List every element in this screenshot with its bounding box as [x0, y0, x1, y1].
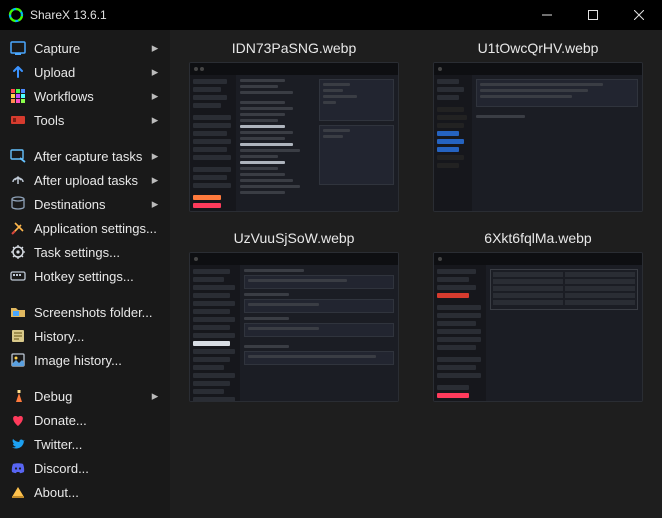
sidebar-item-label: Task settings... — [34, 245, 160, 260]
after-capture-icon — [10, 148, 26, 164]
screenshots-folder-icon — [10, 304, 26, 320]
sidebar-item-tools[interactable]: Tools ▸ — [0, 108, 170, 132]
sidebar-item-label: About... — [34, 485, 160, 500]
donate-icon — [10, 412, 26, 428]
thumbnail-item[interactable]: 6Xkt6fqlMa.webp — [426, 230, 650, 402]
app-settings-icon — [10, 220, 26, 236]
sidebar-item-screenshots-folder[interactable]: Screenshots folder... — [0, 300, 170, 324]
workflows-icon — [10, 88, 26, 104]
sidebar-item-label: Image history... — [34, 353, 160, 368]
thumbnail-item[interactable]: IDN73PaSNG.webp — [182, 40, 406, 212]
thumbnail-preview — [433, 252, 643, 402]
sidebar-item-image-history[interactable]: Image history... — [0, 348, 170, 372]
thumbnail-item[interactable]: UzVuuSjSoW.webp — [182, 230, 406, 402]
sidebar-item-debug[interactable]: Debug ▸ — [0, 384, 170, 408]
debug-icon — [10, 388, 26, 404]
history-icon — [10, 328, 26, 344]
window-controls — [524, 0, 662, 30]
thumbnail-item[interactable]: U1tOwcQrHV.webp — [426, 40, 650, 212]
sidebar-item-label: Hotkey settings... — [34, 269, 160, 284]
hotkey-settings-icon — [10, 268, 26, 284]
sidebar-item-discord[interactable]: Discord... — [0, 456, 170, 480]
window-title: ShareX 13.6.1 — [30, 8, 524, 22]
chevron-right-icon: ▸ — [150, 388, 160, 404]
sidebar-item-history[interactable]: History... — [0, 324, 170, 348]
thumbnail-filename: 6Xkt6fqlMa.webp — [484, 230, 591, 246]
sidebar-item-label: Application settings... — [34, 221, 160, 236]
sidebar-item-label: Tools — [34, 113, 150, 128]
sidebar-item-workflows[interactable]: Workflows ▸ — [0, 84, 170, 108]
discord-icon — [10, 460, 26, 476]
sidebar-item-label: History... — [34, 329, 160, 344]
sidebar-item-capture[interactable]: Capture ▸ — [0, 36, 170, 60]
chevron-right-icon: ▸ — [150, 40, 160, 56]
chevron-right-icon: ▸ — [150, 172, 160, 188]
sidebar-item-label: After capture tasks — [34, 149, 150, 164]
thumbnail-preview — [433, 62, 643, 212]
menu-separator — [0, 132, 170, 144]
sidebar-item-upload[interactable]: Upload ▸ — [0, 60, 170, 84]
chevron-right-icon: ▸ — [150, 148, 160, 164]
tools-icon — [10, 112, 26, 128]
twitter-icon — [10, 436, 26, 452]
minimize-button[interactable] — [524, 0, 570, 30]
sidebar-item-label: Capture — [34, 41, 150, 56]
sidebar-item-label: Twitter... — [34, 437, 160, 452]
sidebar-item-about[interactable]: About... — [0, 480, 170, 504]
sidebar-item-task-settings[interactable]: Task settings... — [0, 240, 170, 264]
sidebar-item-after-upload[interactable]: After upload tasks ▸ — [0, 168, 170, 192]
thumbnail-preview — [189, 62, 399, 212]
image-history-icon — [10, 352, 26, 368]
close-button[interactable] — [616, 0, 662, 30]
thumbnail-preview — [189, 252, 399, 402]
chevron-right-icon: ▸ — [150, 64, 160, 80]
upload-icon — [10, 64, 26, 80]
destinations-icon — [10, 196, 26, 212]
thumbnail-filename: IDN73PaSNG.webp — [232, 40, 357, 56]
sidebar-item-label: After upload tasks — [34, 173, 150, 188]
sidebar: Capture ▸ Upload ▸ Workflows ▸ — [0, 30, 170, 518]
sidebar-item-twitter[interactable]: Twitter... — [0, 432, 170, 456]
chevron-right-icon: ▸ — [150, 88, 160, 104]
sidebar-item-label: Upload — [34, 65, 150, 80]
sidebar-item-label: Destinations — [34, 197, 150, 212]
titlebar: ShareX 13.6.1 — [0, 0, 662, 30]
sidebar-item-label: Discord... — [34, 461, 160, 476]
sidebar-item-destinations[interactable]: Destinations ▸ — [0, 192, 170, 216]
sidebar-item-hotkey-settings[interactable]: Hotkey settings... — [0, 264, 170, 288]
task-settings-icon — [10, 244, 26, 260]
menu-separator — [0, 372, 170, 384]
menu-separator — [0, 288, 170, 300]
thumbnail-grid: IDN73PaSNG.webp — [182, 40, 650, 402]
sidebar-item-label: Debug — [34, 389, 150, 404]
chevron-right-icon: ▸ — [150, 196, 160, 212]
maximize-button[interactable] — [570, 0, 616, 30]
capture-icon — [10, 40, 26, 56]
sidebar-item-label: Donate... — [34, 413, 160, 428]
main-content: IDN73PaSNG.webp — [170, 30, 662, 518]
sidebar-item-app-settings[interactable]: Application settings... — [0, 216, 170, 240]
thumbnail-filename: UzVuuSjSoW.webp — [234, 230, 355, 246]
sidebar-item-label: Workflows — [34, 89, 150, 104]
chevron-right-icon: ▸ — [150, 112, 160, 128]
sharex-logo-icon — [8, 7, 24, 23]
sidebar-item-label: Screenshots folder... — [34, 305, 160, 320]
sidebar-item-donate[interactable]: Donate... — [0, 408, 170, 432]
after-upload-icon — [10, 172, 26, 188]
thumbnail-filename: U1tOwcQrHV.webp — [478, 40, 599, 56]
about-icon — [10, 484, 26, 500]
sidebar-item-after-capture[interactable]: After capture tasks ▸ — [0, 144, 170, 168]
